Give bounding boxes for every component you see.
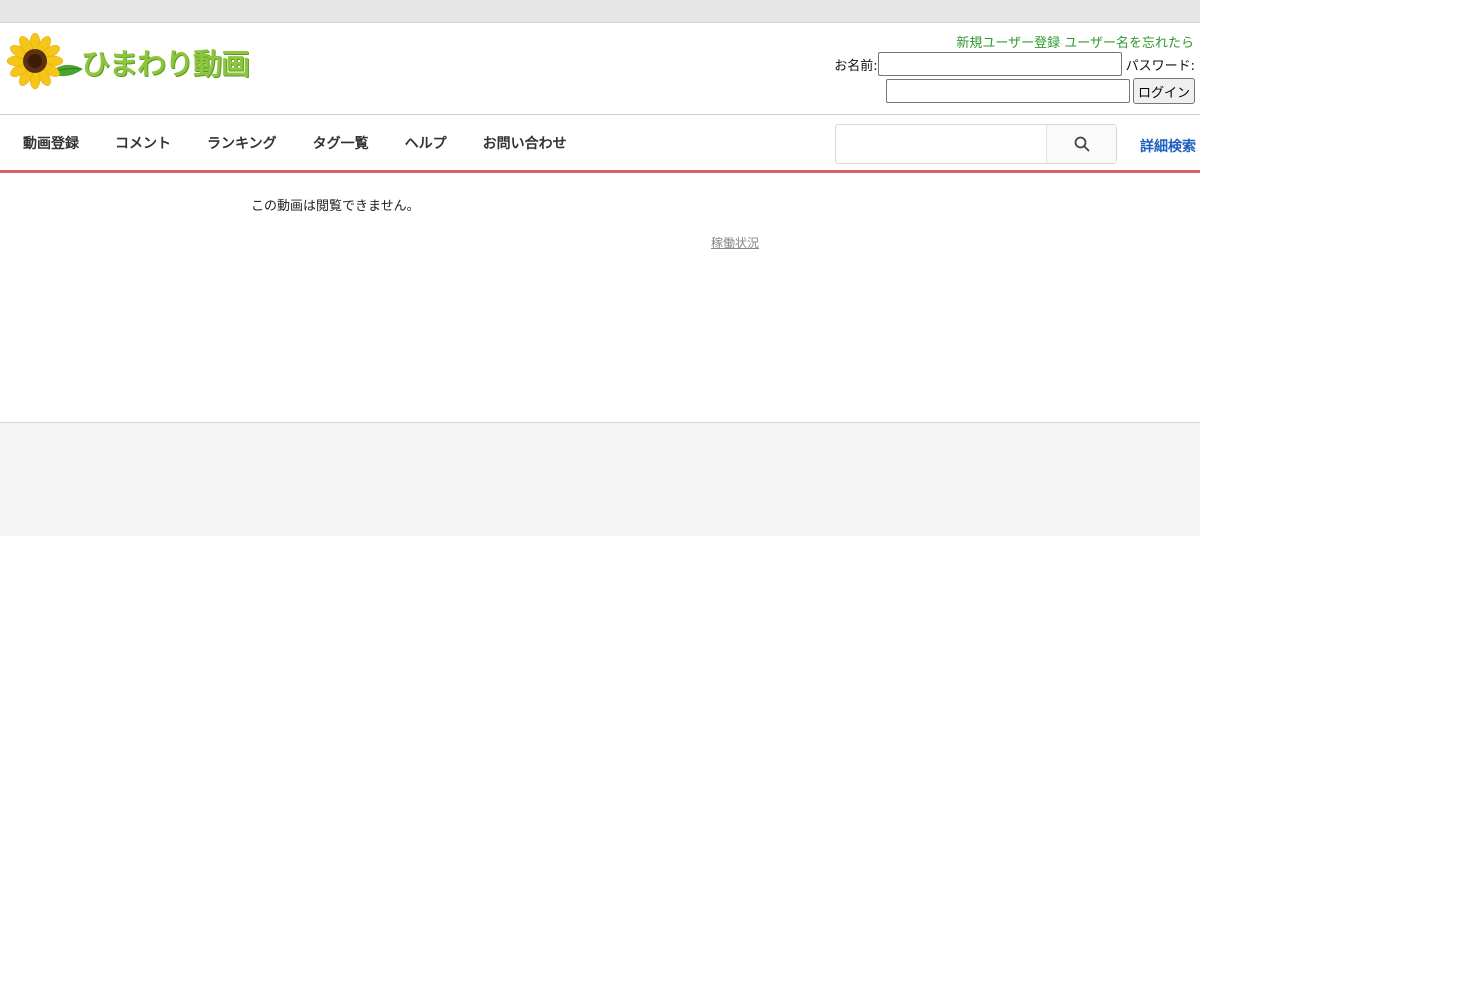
nav-item-upload[interactable]: 動画登録	[23, 133, 79, 153]
account-links: 新規ユーザー登録 ユーザー名を忘れたら	[956, 32, 1194, 51]
site-footer	[0, 422, 1200, 536]
nav-item-help[interactable]: ヘルプ	[405, 133, 447, 153]
page: ひまわり動画 新規ユーザー登録 ユーザー名を忘れたら お名前: パスワード: ロ…	[0, 0, 1200, 1000]
search-input[interactable]	[836, 125, 1046, 163]
main-nav: 動画登録 コメント ランキング タグ一覧 ヘルプ お問い合わせ 詳細検索	[0, 115, 1200, 173]
nav-item-contact[interactable]: お問い合わせ	[483, 133, 567, 153]
nav-menu: 動画登録 コメント ランキング タグ一覧 ヘルプ お問い合わせ	[23, 115, 603, 170]
name-input[interactable]	[877, 52, 1122, 76]
name-label: お名前:	[834, 58, 878, 74]
register-link[interactable]: 新規ユーザー登録	[956, 36, 1060, 51]
search-box	[835, 124, 1117, 164]
logo-text: ひまわり動画	[81, 47, 250, 81]
sunflower-icon	[6, 33, 83, 90]
forgot-username-link[interactable]: ユーザー名を忘れたら	[1064, 36, 1194, 51]
nav-item-tags[interactable]: タグ一覧	[313, 133, 369, 153]
search-button[interactable]	[1046, 125, 1116, 163]
site-header: ひまわり動画 新規ユーザー登録 ユーザー名を忘れたら お名前: パスワード: ロ…	[0, 23, 1200, 115]
login-name-row: お名前: パスワード:	[834, 51, 1195, 77]
search-icon	[1074, 136, 1089, 152]
service-status-link[interactable]: 稼働状況	[711, 234, 759, 251]
login-button[interactable]: ログイン	[1132, 78, 1195, 104]
login-password-row: ログイン	[885, 78, 1195, 104]
advanced-search-link[interactable]: 詳細検索	[1140, 136, 1196, 156]
top-bar	[0, 0, 1200, 23]
nav-item-comments[interactable]: コメント	[115, 133, 171, 153]
site-logo[interactable]: ひまわり動画	[5, 33, 250, 91]
password-input[interactable]	[885, 79, 1130, 103]
nav-item-ranking[interactable]: ランキング	[207, 133, 277, 153]
main-content: この動画は閲覧できません。 稼働状況	[0, 173, 1200, 422]
password-label: パスワード:	[1125, 58, 1195, 74]
unavailable-message: この動画は閲覧できません。	[251, 199, 420, 214]
